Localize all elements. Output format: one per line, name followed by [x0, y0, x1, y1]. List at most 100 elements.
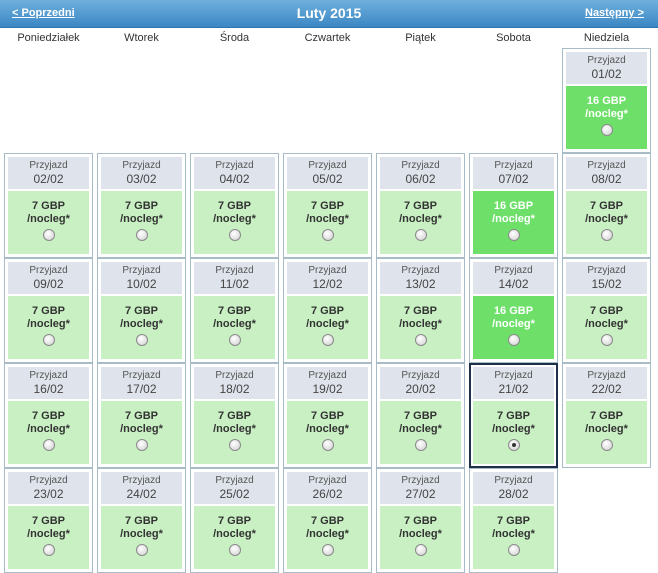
day-cell[interactable]: Przyjazd 18/02 7 GBP/nocleg* — [190, 363, 279, 468]
day-price-box[interactable]: 7 GBP/nocleg* — [194, 296, 275, 359]
day-select-radio[interactable] — [228, 229, 241, 241]
day-price-box[interactable]: 7 GBP/nocleg* — [380, 191, 461, 254]
day-price-box[interactable]: 7 GBP/nocleg* — [8, 401, 89, 464]
day-cell[interactable]: Przyjazd 25/02 7 GBP/nocleg* — [190, 468, 279, 573]
day-cell[interactable]: Przyjazd 27/02 7 GBP/nocleg* — [376, 468, 465, 573]
day-price-box[interactable]: 7 GBP/nocleg* — [194, 401, 275, 464]
day-price-box[interactable]: 7 GBP/nocleg* — [8, 506, 89, 569]
day-price-box[interactable]: 7 GBP/nocleg* — [566, 191, 647, 254]
day-price-box[interactable]: 7 GBP/nocleg* — [101, 401, 182, 464]
price-unit: /nocleg* — [492, 213, 535, 225]
day-select-radio[interactable] — [414, 229, 427, 241]
day-cell[interactable]: Przyjazd 12/02 7 GBP/nocleg* — [283, 258, 372, 363]
day-cell[interactable]: Przyjazd 13/02 7 GBP/nocleg* — [376, 258, 465, 363]
day-cell[interactable]: Przyjazd 19/02 7 GBP/nocleg* — [283, 363, 372, 468]
day-cell[interactable]: Przyjazd 17/02 7 GBP/nocleg* — [97, 363, 186, 468]
day-date: 16/02 — [33, 382, 64, 396]
day-select-radio[interactable] — [600, 439, 613, 451]
day-cell[interactable]: Przyjazd 02/02 7 GBP/nocleg* — [4, 153, 93, 258]
day-select-radio[interactable] — [414, 334, 427, 346]
day-price: 16 GBP — [493, 305, 534, 317]
day-cell[interactable]: Przyjazd 20/02 7 GBP/nocleg* — [376, 363, 465, 468]
price-unit: /nocleg* — [399, 423, 442, 435]
day-price-box[interactable]: 7 GBP/nocleg* — [380, 506, 461, 569]
day-cell[interactable]: Przyjazd 14/02 16 GBP/nocleg* — [469, 258, 558, 363]
day-price-box[interactable]: 7 GBP/nocleg* — [101, 506, 182, 569]
day-select-radio[interactable] — [507, 544, 520, 556]
day-cell[interactable]: Przyjazd 03/02 7 GBP/nocleg* — [97, 153, 186, 258]
day-cell[interactable]: Przyjazd 08/02 7 GBP/nocleg* — [562, 153, 651, 258]
day-cell[interactable]: Przyjazd 22/02 7 GBP/nocleg* — [562, 363, 651, 468]
day-select-radio[interactable] — [228, 544, 241, 556]
day-select-radio[interactable] — [321, 334, 334, 346]
day-cell[interactable]: Przyjazd 15/02 7 GBP/nocleg* — [562, 258, 651, 363]
day-price-box[interactable]: 7 GBP/nocleg* — [194, 191, 275, 254]
day-price-box[interactable]: 7 GBP/nocleg* — [287, 506, 368, 569]
day-select-radio[interactable] — [135, 334, 148, 346]
day-select-radio[interactable] — [42, 229, 55, 241]
day-cell[interactable]: Przyjazd 06/02 7 GBP/nocleg* — [376, 153, 465, 258]
day-cell[interactable]: Przyjazd 04/02 7 GBP/nocleg* — [190, 153, 279, 258]
day-select-radio[interactable] — [600, 229, 613, 241]
day-select-radio[interactable] — [414, 544, 427, 556]
day-select-radio[interactable] — [321, 229, 334, 241]
day-cell[interactable]: Przyjazd 24/02 7 GBP/nocleg* — [97, 468, 186, 573]
day-date: 03/02 — [126, 172, 157, 186]
day-cell[interactable]: Przyjazd 07/02 16 GBP/nocleg* — [469, 153, 558, 258]
day-price-box[interactable]: 7 GBP/nocleg* — [101, 296, 182, 359]
day-select-radio[interactable] — [507, 439, 520, 451]
day-price-box[interactable]: 7 GBP/nocleg* — [566, 401, 647, 464]
day-cell[interactable]: Przyjazd 16/02 7 GBP/nocleg* — [4, 363, 93, 468]
day-cell[interactable]: Przyjazd 11/02 7 GBP/nocleg* — [190, 258, 279, 363]
day-cell[interactable]: Przyjazd 28/02 7 GBP/nocleg* — [469, 468, 558, 573]
day-select-radio[interactable] — [600, 334, 613, 346]
day-select-radio[interactable] — [135, 544, 148, 556]
day-price-box[interactable]: 7 GBP/nocleg* — [8, 191, 89, 254]
day-price-box[interactable]: 7 GBP/nocleg* — [473, 506, 554, 569]
day-select-radio[interactable] — [321, 544, 334, 556]
day-select-radio[interactable] — [42, 439, 55, 451]
day-select-radio[interactable] — [135, 439, 148, 451]
day-cell[interactable]: Przyjazd 05/02 7 GBP/nocleg* — [283, 153, 372, 258]
day-select-radio[interactable] — [507, 334, 520, 346]
day-price-box[interactable]: 16 GBP/nocleg* — [473, 191, 554, 254]
day-select-radio[interactable] — [321, 439, 334, 451]
arrival-label: Przyjazd — [401, 370, 440, 381]
arrival-label: Przyjazd — [122, 160, 161, 171]
day-cell[interactable]: Przyjazd 01/02 16 GBP/nocleg* — [562, 48, 651, 153]
day-price-box[interactable]: 7 GBP/nocleg* — [194, 506, 275, 569]
day-price-box[interactable]: 16 GBP/nocleg* — [566, 86, 647, 149]
price-unit: /nocleg* — [306, 423, 349, 435]
day-select-radio[interactable] — [414, 439, 427, 451]
day-price-box[interactable]: 7 GBP/nocleg* — [380, 401, 461, 464]
day-select-radio[interactable] — [507, 229, 520, 241]
day-price-box[interactable]: 7 GBP/nocleg* — [473, 401, 554, 464]
day-cell[interactable]: Przyjazd 23/02 7 GBP/nocleg* — [4, 468, 93, 573]
day-select-radio[interactable] — [228, 439, 241, 451]
day-price-box[interactable]: 7 GBP/nocleg* — [287, 191, 368, 254]
day-cell[interactable]: Przyjazd 21/02 7 GBP/nocleg* — [469, 363, 558, 468]
day-cell-header: Przyjazd 24/02 — [101, 472, 182, 504]
arrival-label: Przyjazd — [308, 160, 347, 171]
day-price-box[interactable]: 7 GBP/nocleg* — [287, 296, 368, 359]
day-select-radio[interactable] — [42, 544, 55, 556]
day-select-radio[interactable] — [600, 124, 613, 136]
day-select-radio[interactable] — [42, 334, 55, 346]
arrival-label: Przyjazd — [29, 265, 68, 276]
day-cell[interactable]: Przyjazd 09/02 7 GBP/nocleg* — [4, 258, 93, 363]
day-select-radio[interactable] — [135, 229, 148, 241]
day-price-box[interactable]: 7 GBP/nocleg* — [380, 296, 461, 359]
day-price-box[interactable]: 7 GBP/nocleg* — [101, 191, 182, 254]
day-price-box[interactable]: 7 GBP/nocleg* — [566, 296, 647, 359]
day-price: 16 GBP — [586, 95, 627, 107]
day-select-radio[interactable] — [228, 334, 241, 346]
day-cell-header: Przyjazd 22/02 — [566, 367, 647, 399]
day-cell[interactable]: Przyjazd 10/02 7 GBP/nocleg* — [97, 258, 186, 363]
day-price-box[interactable]: 7 GBP/nocleg* — [8, 296, 89, 359]
day-date: 14/02 — [498, 277, 529, 291]
day-price-box[interactable]: 16 GBP/nocleg* — [473, 296, 554, 359]
day-cell[interactable]: Przyjazd 26/02 7 GBP/nocleg* — [283, 468, 372, 573]
day-date: 21/02 — [498, 382, 529, 396]
day-price-box[interactable]: 7 GBP/nocleg* — [287, 401, 368, 464]
price-unit: /nocleg* — [399, 528, 442, 540]
